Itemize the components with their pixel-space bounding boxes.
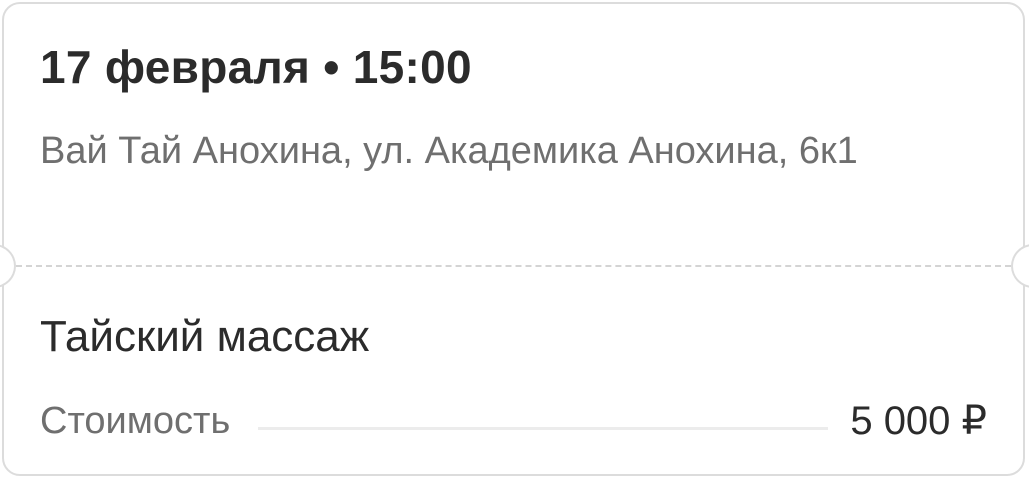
cost-leader-line — [258, 426, 829, 430]
booking-ticket-card: 17 февраля • 15:00 Вай Тай Анохина, ул. … — [0, 2, 1029, 476]
booking-address: Вай Тай Анохина, ул. Академика Анохина, … — [40, 130, 858, 172]
cost-row: Стоимость 5 000 ₽ — [40, 396, 987, 446]
service-name: Тайский массаж — [40, 312, 370, 361]
ticket-notch-left — [0, 244, 16, 288]
ticket-notch-right — [1011, 244, 1029, 288]
cost-value: 5 000 ₽ — [850, 399, 987, 443]
booking-date-time: 17 февраля • 15:00 — [40, 41, 472, 93]
ticket-dashed-divider — [16, 265, 1011, 267]
cost-label: Стоимость — [40, 399, 231, 442]
